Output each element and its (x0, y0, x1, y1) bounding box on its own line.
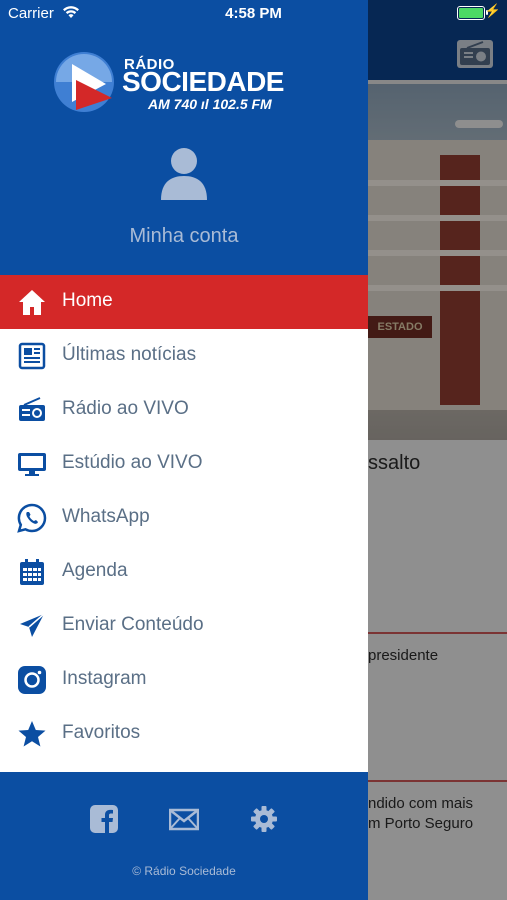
instagram-icon (18, 666, 46, 694)
envelope-icon (168, 808, 200, 831)
settings-button[interactable] (249, 804, 279, 834)
send-icon (20, 613, 45, 637)
radio-sociedade-logo: RÁDIO SOCIEDADE AM 740 ıl 102.5 FM (52, 48, 322, 118)
menu-item-label: WhatsApp (62, 506, 150, 527)
menu-item-latest-news[interactable]: Últimas notícias (0, 329, 368, 383)
logo-text-frequencies: AM 740 ıl 102.5 FM (148, 96, 272, 112)
gear-icon (251, 806, 277, 832)
charging-bolt-icon: ⚡ (484, 3, 501, 18)
menu-item-live-radio[interactable]: Rádio ao VIVO (0, 383, 368, 437)
logo-text-sociedade: SOCIEDADE (122, 66, 284, 97)
menu-item-whatsapp[interactable]: WhatsApp (0, 491, 368, 545)
avatar[interactable] (157, 144, 211, 202)
menu-item-label: Favoritos (62, 722, 141, 743)
home-icon (19, 290, 45, 315)
menu-item-home[interactable]: Home (0, 275, 368, 329)
calendar-icon (20, 559, 44, 585)
logo-mark-icon (54, 52, 114, 112)
copyright-text: © Rádio Sociedade (132, 864, 236, 878)
side-drawer: RÁDIO SOCIEDADE AM 740 ıl 102.5 FM Minha… (0, 0, 368, 900)
monitor-icon (18, 453, 46, 476)
menu-item-favorites[interactable]: Favoritos (0, 707, 368, 761)
whatsapp-icon (17, 503, 47, 533)
menu-item-instagram[interactable]: Instagram (0, 653, 368, 707)
menu-item-label: Rádio ao VIVO (62, 398, 189, 419)
email-button[interactable] (168, 804, 200, 834)
status-bar: Carrier 4:58 PM ⚡ (0, 0, 507, 28)
account-link[interactable]: Minha conta (0, 225, 368, 248)
menu-item-label: Instagram (62, 668, 147, 689)
menu-item-label: Home (62, 290, 113, 311)
menu-item-agenda[interactable]: Agenda (0, 545, 368, 599)
battery-icon (457, 6, 485, 20)
facebook-button[interactable] (89, 804, 119, 834)
star-icon (18, 721, 46, 747)
newspaper-icon (18, 342, 46, 370)
menu-item-label: Estúdio ao VIVO (62, 452, 203, 473)
menu-list: Home Últimas notícias Rádio ao VIVO Estú… (0, 275, 368, 772)
menu-item-live-studio[interactable]: Estúdio ao VIVO (0, 437, 368, 491)
facebook-icon (90, 805, 118, 833)
clock: 4:58 PM (225, 5, 282, 22)
menu-item-send-content[interactable]: Enviar Conteúdo (0, 599, 368, 653)
menu-item-label: Enviar Conteúdo (62, 614, 204, 635)
menu-item-label: Agenda (62, 560, 128, 581)
menu-item-label: Últimas notícias (62, 344, 197, 365)
radio-icon (19, 397, 45, 421)
user-icon (161, 148, 207, 200)
